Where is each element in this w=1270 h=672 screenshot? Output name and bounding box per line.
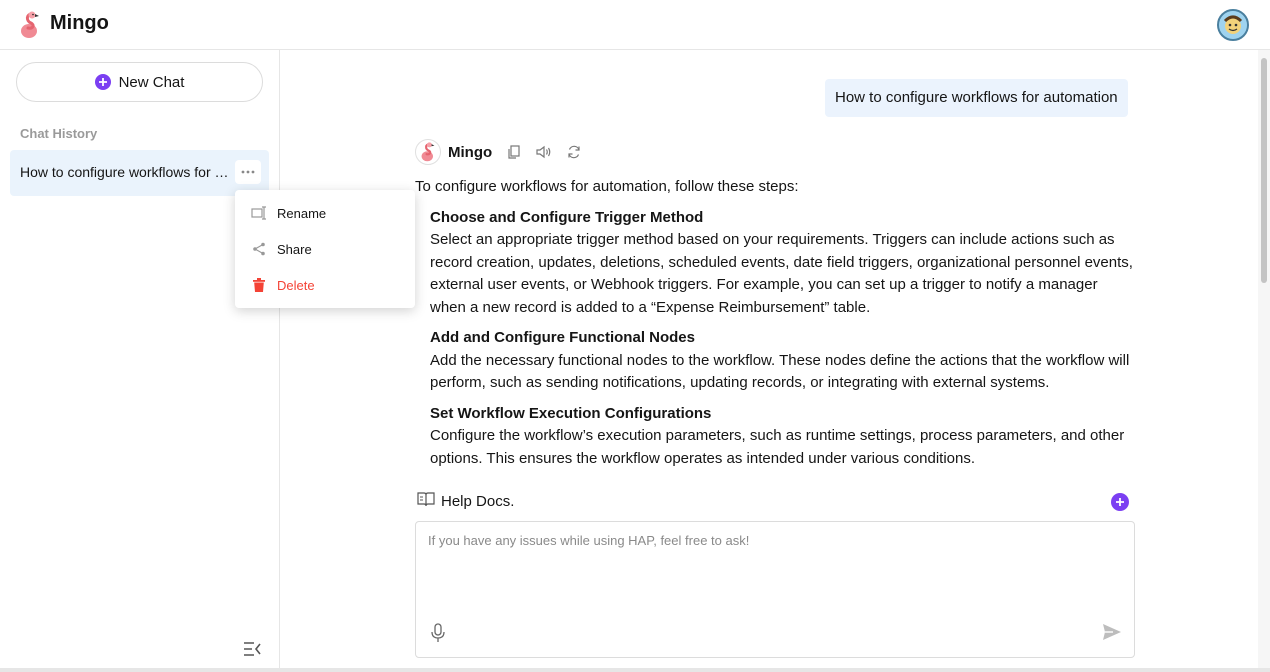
- new-chat-icon[interactable]: [1111, 493, 1129, 511]
- step-title: Set Workflow Execution Configurations: [430, 404, 712, 422]
- bot-name: Mingo: [448, 143, 493, 161]
- user-avatar[interactable]: [1217, 9, 1249, 41]
- step-body: Configure the workflow’s execution param…: [430, 427, 1125, 467]
- menu-item-label: Delete: [277, 277, 315, 293]
- new-chat-label: New Chat: [118, 73, 185, 91]
- copy-icon[interactable]: [506, 144, 522, 160]
- step-body: Select an appropriate trigger method bas…: [430, 231, 1133, 316]
- scrollbar-thumb[interactable]: [1261, 58, 1267, 283]
- step-body: Add the necessary functional nodes to th…: [430, 351, 1130, 392]
- rename-icon: [251, 205, 267, 221]
- answer-step: Choose and Configure Trigger Method Sele…: [430, 207, 1135, 320]
- menu-item-label: Share: [277, 241, 312, 257]
- more-options-icon[interactable]: [235, 160, 261, 184]
- bottom-divider: [0, 668, 1270, 672]
- chat-history-heading: Chat History: [20, 126, 98, 141]
- bot-message-header: Mingo: [415, 139, 582, 165]
- collapse-sidebar-icon[interactable]: [242, 641, 262, 657]
- chat-panel: How to configure workflows for automatio…: [281, 50, 1257, 672]
- speaker-icon[interactable]: [536, 144, 552, 160]
- menu-item-share[interactable]: Share: [235, 231, 415, 267]
- menu-item-delete[interactable]: Delete: [235, 267, 415, 303]
- answer-step: Set Workflow Execution Configurations Co…: [430, 403, 1135, 471]
- answer-step: Add and Configure Functional Nodes Add t…: [430, 327, 1135, 395]
- send-icon[interactable]: [1102, 623, 1122, 641]
- flamingo-logo-icon: [16, 10, 44, 40]
- new-chat-button[interactable]: New Chat: [16, 62, 263, 102]
- chat-history-item[interactable]: How to configure workflows for automatio…: [10, 150, 269, 196]
- menu-item-rename[interactable]: Rename: [235, 195, 415, 231]
- bot-avatar: [415, 139, 441, 165]
- menu-item-label: Rename: [277, 205, 327, 221]
- chat-history-item-label: How to configure workflows for automatio…: [20, 164, 234, 180]
- share-icon: [251, 241, 267, 257]
- answer-intro: To configure workflows for automation, f…: [415, 178, 799, 195]
- user-message: How to configure workflows for automatio…: [825, 79, 1128, 117]
- scrollbar[interactable]: [1258, 50, 1270, 672]
- regenerate-icon[interactable]: [566, 144, 582, 160]
- message-composer: [415, 521, 1135, 658]
- step-title: Add and Configure Functional Nodes: [430, 329, 695, 346]
- bot-answer: To configure workflows for automation, f…: [415, 176, 1135, 478]
- add-chat-icon: [94, 74, 111, 90]
- app-title: Mingo: [50, 12, 109, 34]
- help-docs-label: Help Docs.: [441, 492, 515, 510]
- sidebar: New Chat Chat History How to configure w…: [0, 50, 280, 672]
- book-icon: [417, 491, 435, 511]
- message-input[interactable]: [428, 533, 1118, 613]
- microphone-icon[interactable]: [430, 623, 446, 643]
- trash-icon: [251, 277, 267, 293]
- context-menu: Rename Share Delete: [235, 190, 415, 308]
- help-docs-link[interactable]: Help Docs.: [417, 490, 514, 512]
- step-title: Choose and Configure Trigger Method: [430, 208, 704, 226]
- top-bar: Mingo: [0, 0, 1270, 50]
